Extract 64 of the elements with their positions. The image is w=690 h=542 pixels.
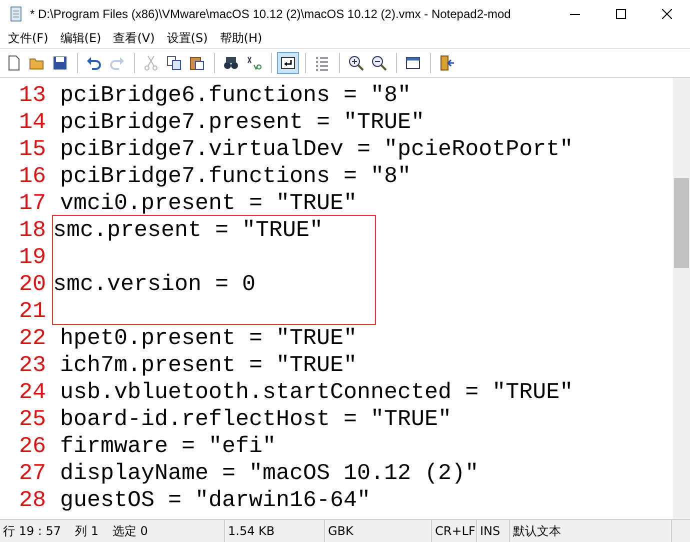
menu-item[interactable]: 查看(V) bbox=[107, 30, 161, 46]
scissors-icon bbox=[143, 55, 159, 71]
zoom-out-icon bbox=[371, 55, 387, 71]
line-number: 14 bbox=[18, 108, 46, 134]
line-number: 21 bbox=[18, 298, 46, 324]
code-line: pciBridge7.virtualDev = "pcieRootPort" bbox=[60, 136, 574, 162]
word-wrap-icon bbox=[280, 55, 296, 71]
paste-icon bbox=[189, 55, 205, 71]
status-text: CR+LF bbox=[435, 524, 476, 538]
code-line: ich7m.present = "TRUE" bbox=[60, 352, 358, 378]
menu-item[interactable]: 设置(S) bbox=[160, 30, 214, 46]
exit-door-icon bbox=[439, 55, 455, 71]
close-icon bbox=[662, 9, 672, 19]
code-line: smc.version = 0 bbox=[53, 270, 256, 296]
line-number: 27 bbox=[18, 460, 46, 486]
status-text: 选定 0 bbox=[112, 522, 148, 540]
save-icon bbox=[52, 55, 68, 71]
line-number: 15 bbox=[18, 136, 46, 162]
code-line: guestOS = "darwin16-64" bbox=[60, 486, 371, 512]
scrollbar[interactable] bbox=[673, 78, 690, 519]
line-number: 17 bbox=[18, 190, 46, 216]
binoculars-icon bbox=[223, 55, 239, 71]
code-line: hpet0.present = "TRUE" bbox=[60, 324, 358, 350]
code-line: smc.present = "TRUE" bbox=[53, 216, 324, 242]
menu-item[interactable]: 文件(F) bbox=[2, 30, 54, 46]
line-number: 19 bbox=[18, 244, 46, 270]
code-line: pciBridge7.functions = "8" bbox=[60, 162, 412, 188]
redo-icon bbox=[109, 55, 125, 71]
code-line: firmware = "efi" bbox=[60, 432, 276, 458]
window-icon bbox=[405, 55, 421, 71]
line-number: 28 bbox=[18, 486, 46, 512]
maximize-icon bbox=[616, 9, 626, 19]
status-text: 行 19 : 57 bbox=[3, 522, 62, 540]
status-text: GBK bbox=[328, 524, 354, 538]
code-line: vmci0.present = "TRUE" bbox=[60, 190, 358, 216]
code-line: board-id.reflectHost = "TRUE" bbox=[60, 406, 452, 432]
notepad-icon bbox=[8, 6, 24, 22]
line-number: 20 bbox=[18, 270, 46, 296]
zoom-in-icon bbox=[348, 55, 364, 71]
line-number: 18 bbox=[18, 216, 46, 242]
list-icon bbox=[314, 55, 330, 71]
line-number: 16 bbox=[18, 162, 46, 188]
undo-icon bbox=[86, 55, 102, 71]
status-text: 默认文本 bbox=[513, 522, 561, 540]
copy-icon bbox=[166, 55, 182, 71]
toolbar-button[interactable] bbox=[277, 52, 299, 74]
replace-icon bbox=[246, 55, 262, 71]
status-text: INS bbox=[480, 524, 500, 538]
line-number: 22 bbox=[18, 324, 46, 350]
code-line: displayName = "macOS 10.12 (2)" bbox=[60, 460, 479, 486]
new-file-icon bbox=[6, 55, 22, 71]
code-line: pciBridge7.present = "TRUE" bbox=[60, 108, 425, 134]
menu-item[interactable]: 编辑(E) bbox=[54, 30, 108, 46]
status-text: 列 1 bbox=[75, 522, 98, 540]
line-number: 23 bbox=[18, 352, 46, 378]
line-number: 13 bbox=[18, 82, 46, 108]
status-text: 1.54 KB bbox=[228, 524, 275, 538]
code-line: usb.vbluetooth.startConnected = "TRUE" bbox=[60, 378, 574, 404]
code-line: pciBridge6.functions = "8" bbox=[60, 82, 412, 108]
menu-item[interactable]: 帮助(H) bbox=[214, 30, 268, 46]
line-number: 24 bbox=[18, 378, 46, 404]
line-number: 26 bbox=[18, 432, 46, 458]
line-number: 25 bbox=[18, 406, 46, 432]
window-title: * D:\Program Files (x86)\VMware\macOS 10.12 (2)\macOS 10.12 (2).vmx - Notepad2-mod bbox=[30, 7, 512, 21]
